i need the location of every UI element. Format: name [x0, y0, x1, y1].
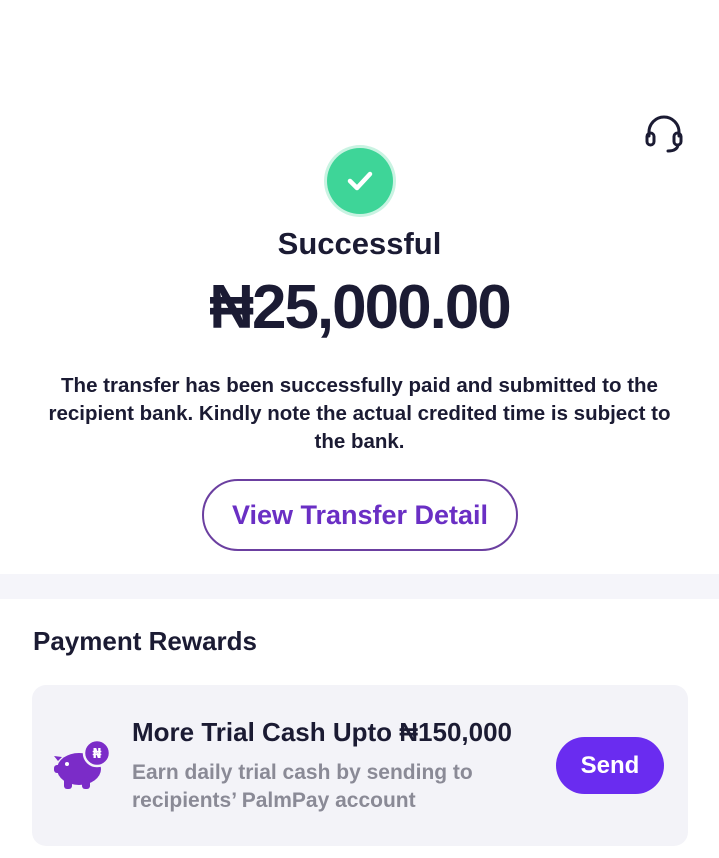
reward-card[interactable]: ₦ More Trial Cash Upto ₦150,000 Earn dai…: [32, 685, 688, 846]
piggy-bank-icon: ₦: [54, 738, 112, 791]
status-message: The transfer has been successfully paid …: [48, 374, 671, 453]
section-divider: [0, 574, 719, 599]
send-button[interactable]: Send: [556, 737, 664, 794]
svg-text:₦: ₦: [92, 747, 101, 762]
status-title: Successful: [277, 226, 442, 261]
headset-icon[interactable]: [644, 112, 684, 154]
check-icon: [347, 171, 373, 191]
view-transfer-detail-button[interactable]: View Transfer Detail: [202, 479, 518, 551]
check-circle-icon: [327, 148, 393, 214]
transfer-amount: ₦25,000.00: [209, 273, 512, 342]
payment-rewards-title: Payment Rewards: [33, 626, 257, 656]
reward-title: More Trial Cash Upto ₦150,000: [132, 717, 513, 747]
reward-description: Earn daily trial cash by sending to reci…: [132, 761, 473, 812]
